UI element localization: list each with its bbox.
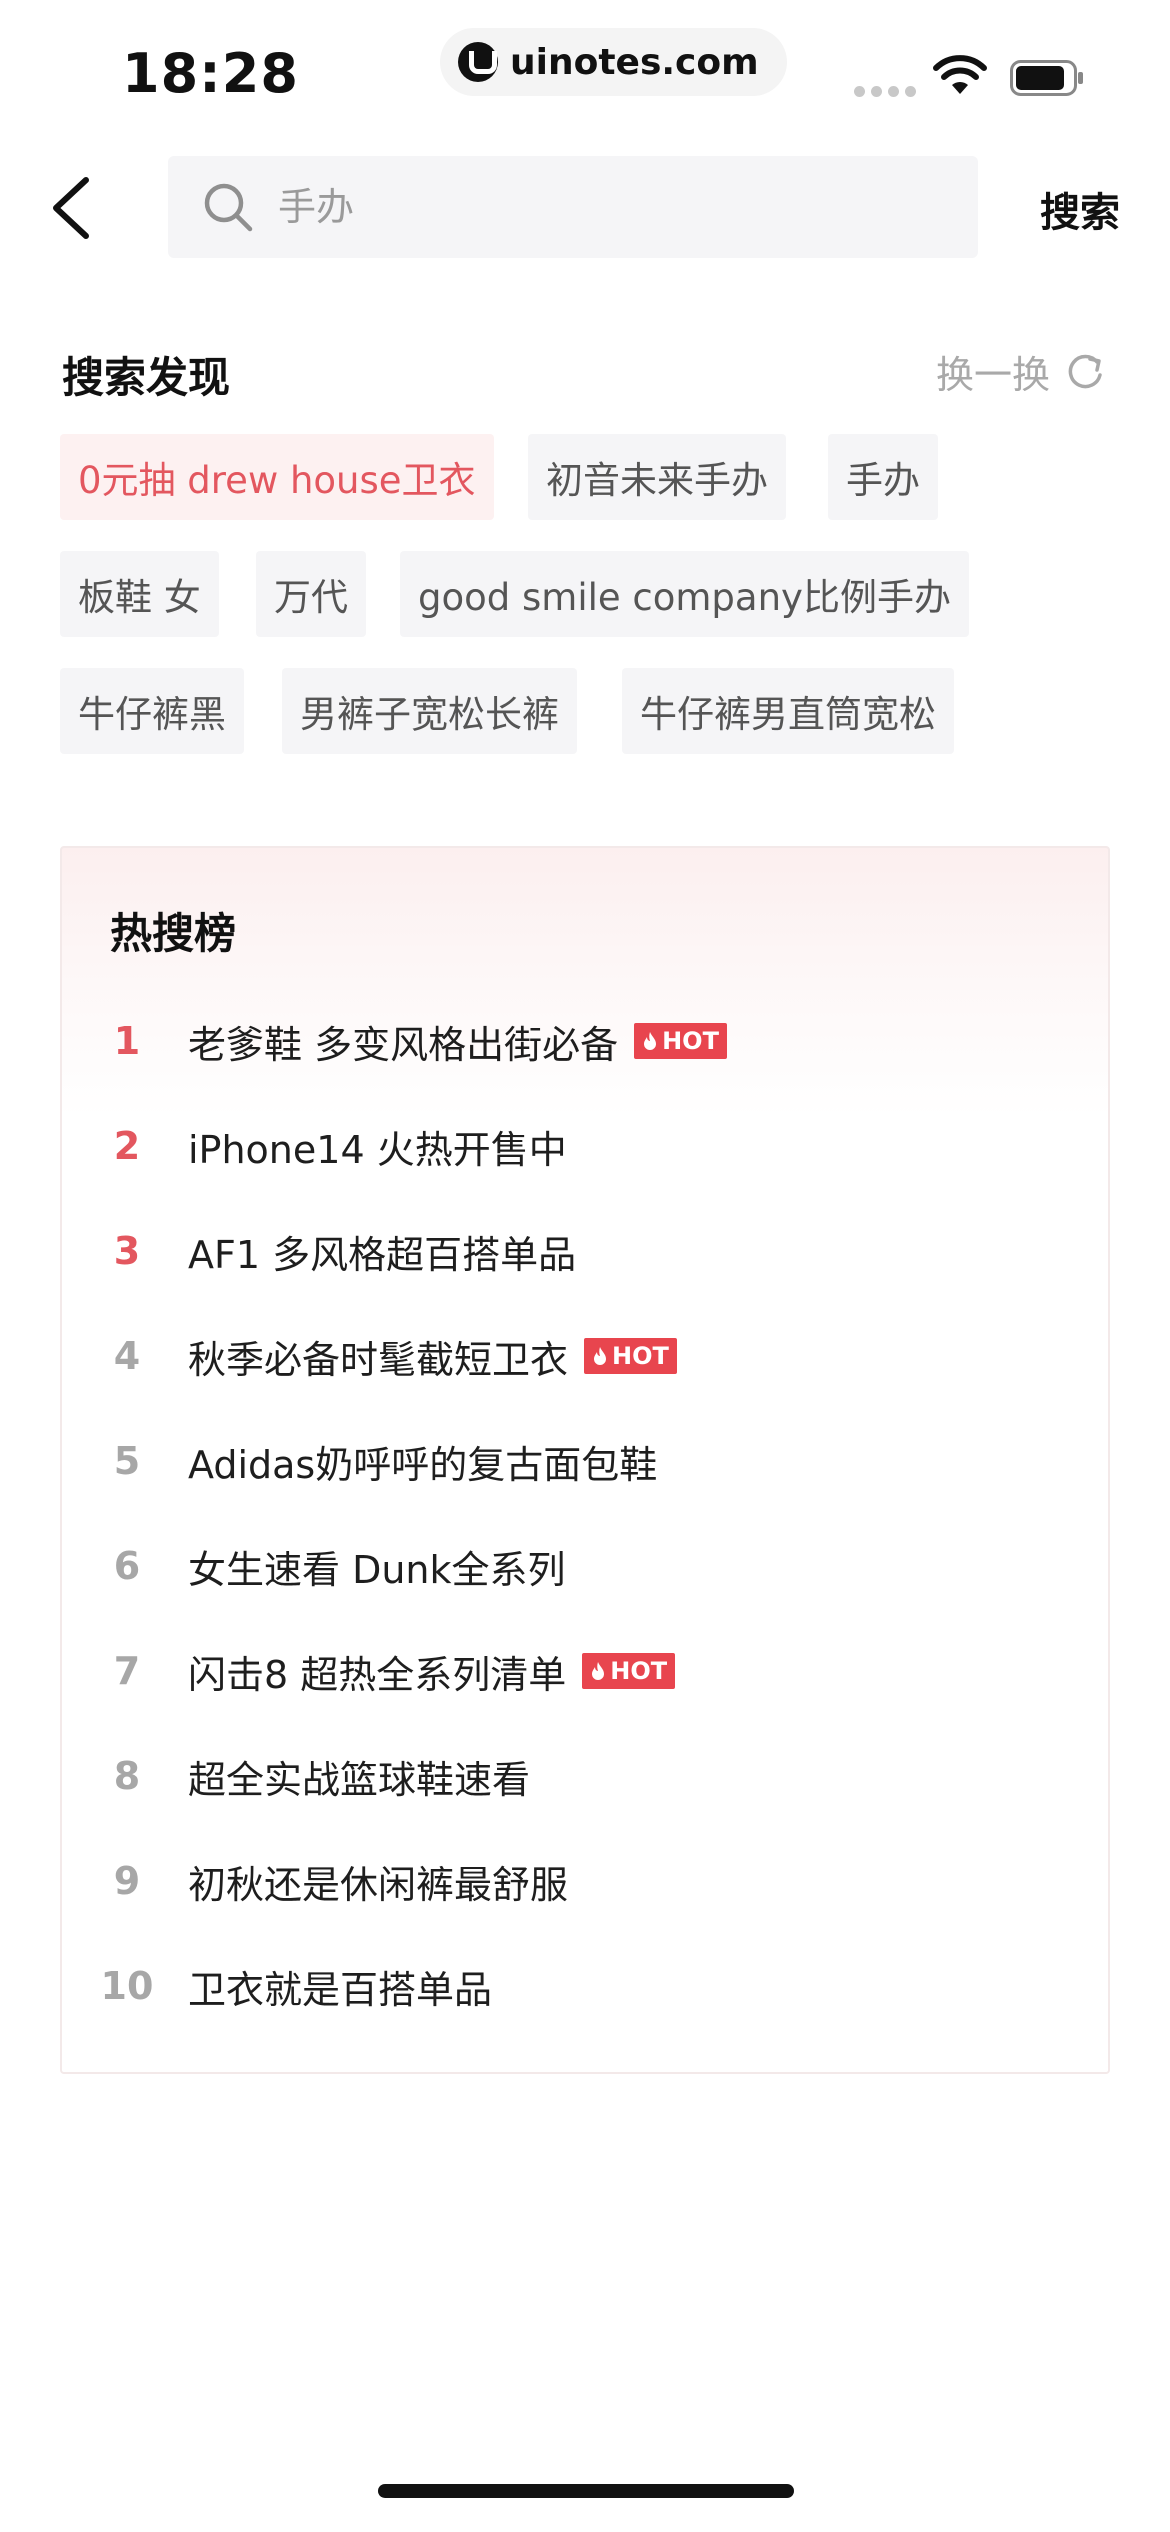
- watermark-text: uinotes.com: [510, 41, 759, 83]
- wifi-icon: [933, 55, 987, 94]
- hot-item-text: 女生速看 Dunk全系列: [188, 1547, 566, 1592]
- hot-list-item[interactable]: 1 老爹鞋 多变风格出街必备 HOT: [62, 1006, 727, 1076]
- discover-tag[interactable]: 万代: [256, 551, 366, 637]
- hot-badge: HOT: [582, 1653, 676, 1689]
- cellular-signal-icon: [854, 86, 916, 97]
- hot-item-text: 老爹鞋 多变风格出街必备: [188, 1022, 619, 1067]
- hot-item-text: 卫衣就是百搭单品: [188, 1967, 493, 2012]
- hot-badge-label: HOT: [662, 1027, 719, 1055]
- hot-rank: 3: [113, 1229, 141, 1273]
- hot-rank: 10: [100, 1964, 154, 2008]
- hot-list-title: 热搜榜: [110, 909, 237, 958]
- discover-tag[interactable]: 牛仔裤男直筒宽松: [622, 668, 954, 754]
- hot-list-item[interactable]: 10 卫衣就是百搭单品: [62, 1951, 492, 2021]
- hot-rank: 1: [113, 1019, 141, 1063]
- chevron-left-icon: [53, 177, 89, 239]
- hot-list-item[interactable]: 8 超全实战篮球鞋速看: [62, 1741, 530, 1811]
- hot-badge-label: HOT: [610, 1657, 668, 1685]
- search-button[interactable]: 搜索: [1040, 180, 1120, 238]
- hot-badge: HOT: [634, 1023, 727, 1059]
- refresh-icon: [1068, 354, 1102, 388]
- status-bar: 18:28 uinotes.com: [0, 0, 1170, 140]
- search-input[interactable]: [278, 185, 878, 229]
- flame-icon: [594, 1347, 607, 1365]
- discover-tag[interactable]: 0元抽 drew house卫衣: [60, 434, 494, 520]
- flame-icon: [644, 1032, 657, 1050]
- hot-list-item[interactable]: 9 初秋还是休闲裤最舒服: [62, 1846, 568, 1916]
- watermark-badge: uinotes.com: [440, 28, 787, 96]
- hot-rank: 8: [113, 1754, 141, 1798]
- discover-tag[interactable]: 手办: [828, 434, 938, 520]
- hot-list-item[interactable]: 6 女生速看 Dunk全系列: [62, 1531, 566, 1601]
- discover-tag[interactable]: good smile company比例手办: [400, 551, 969, 637]
- discover-tag[interactable]: 板鞋 女: [60, 551, 219, 637]
- discover-tag[interactable]: 男裤子宽松长裤: [282, 668, 577, 754]
- search-icon: [204, 183, 253, 232]
- hot-list-item[interactable]: 7 闪击8 超热全系列清单 HOT: [62, 1636, 676, 1706]
- hot-list-item[interactable]: 3 AF1 多风格超百搭单品: [62, 1216, 576, 1286]
- hot-list-item[interactable]: 5 Adidas奶呼呼的复古面包鞋: [62, 1426, 657, 1496]
- hot-badge-label: HOT: [612, 1342, 669, 1370]
- search-page: 18:28 uinotes.com 搜索 搜索发现: [0, 0, 1170, 2532]
- discover-title: 搜索发现: [62, 353, 231, 402]
- refresh-label: 换一换: [936, 353, 1051, 397]
- search-bar[interactable]: [168, 156, 978, 258]
- status-time: 18:28: [122, 42, 299, 105]
- hot-rank: 6: [113, 1544, 141, 1588]
- hot-item-text: 闪击8 超热全系列清单: [188, 1652, 567, 1697]
- hot-search-card: 热搜榜 1 老爹鞋 多变风格出街必备 HOT 2 iPhone14 火热开售中 …: [60, 846, 1110, 2074]
- hot-item-text: 初秋还是休闲裤最舒服: [188, 1862, 569, 1907]
- hot-rank: 7: [113, 1649, 141, 1693]
- discover-tag[interactable]: 牛仔裤黑: [60, 668, 244, 754]
- hot-list-item[interactable]: 4 秋季必备时髦截短卫衣 HOT: [62, 1321, 677, 1391]
- hot-badge: HOT: [584, 1338, 677, 1374]
- flame-icon: [592, 1662, 605, 1680]
- hot-item-text: iPhone14 火热开售中: [188, 1127, 567, 1172]
- hot-item-text: 秋季必备时髦截短卫衣: [188, 1337, 569, 1382]
- back-button[interactable]: [48, 168, 108, 248]
- hot-rank: 2: [113, 1124, 141, 1168]
- refresh-button[interactable]: 换一换: [936, 344, 1106, 399]
- hot-item-text: 超全实战篮球鞋速看: [188, 1757, 531, 1802]
- hot-rank: 5: [113, 1439, 141, 1483]
- home-indicator[interactable]: [378, 2484, 794, 2498]
- hot-item-text: AF1 多风格超百搭单品: [188, 1232, 577, 1277]
- hot-list-item[interactable]: 2 iPhone14 火热开售中: [62, 1111, 567, 1181]
- uinotes-logo-icon: [458, 42, 498, 82]
- hot-rank: 9: [113, 1859, 141, 1903]
- battery-icon: [1010, 60, 1083, 96]
- hot-rank: 4: [113, 1334, 141, 1378]
- discover-tag[interactable]: 初音未来手办: [528, 434, 786, 520]
- hot-item-text: Adidas奶呼呼的复古面包鞋: [188, 1442, 658, 1487]
